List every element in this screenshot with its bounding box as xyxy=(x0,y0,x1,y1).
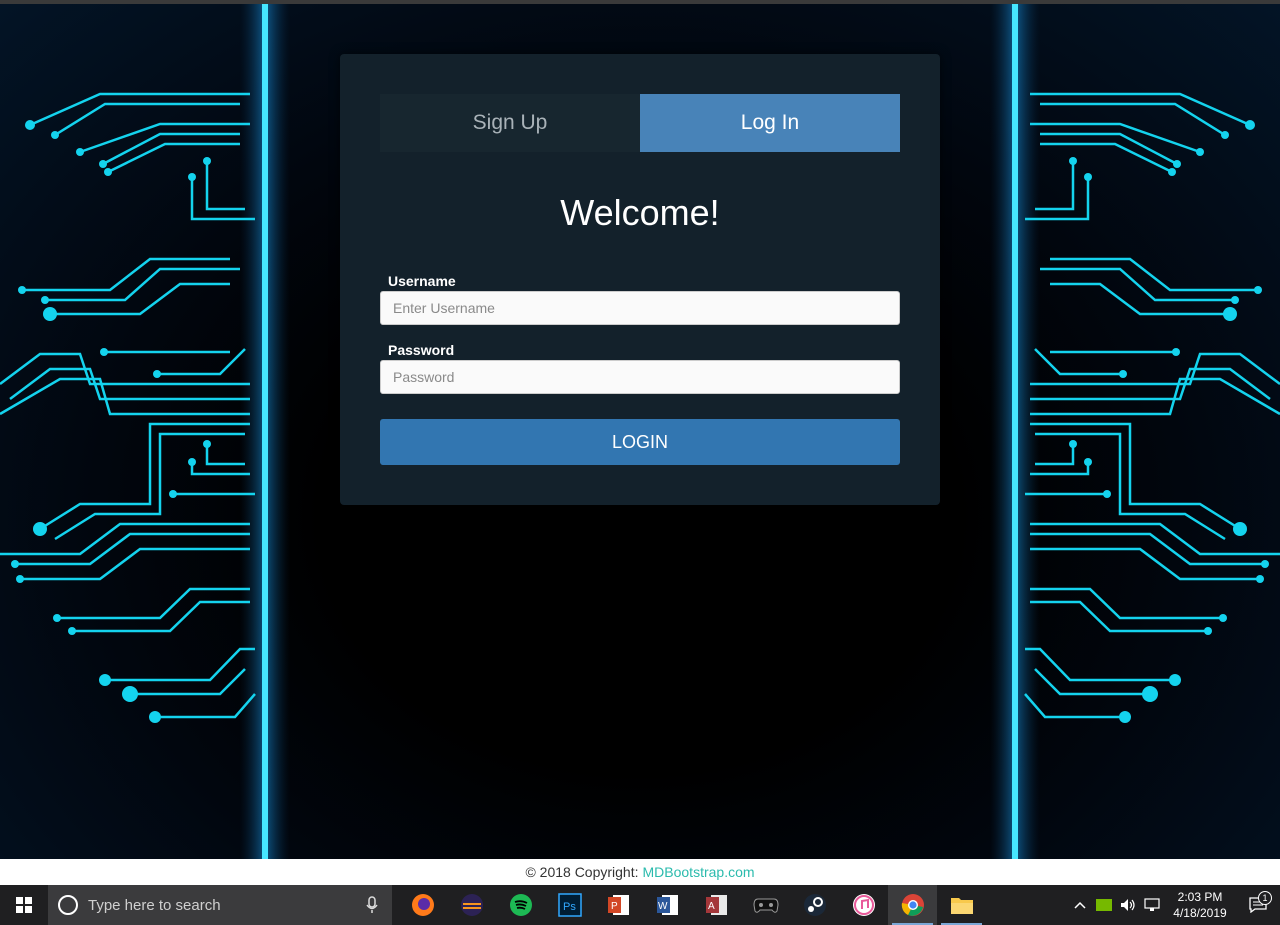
welcome-heading: Welcome! xyxy=(560,192,720,233)
clock-date: 4/18/2019 xyxy=(1173,906,1227,920)
chevron-up-icon[interactable] xyxy=(1068,901,1092,909)
firefox-icon[interactable] xyxy=(398,885,447,925)
svg-text:W: W xyxy=(658,901,668,912)
microphone-icon[interactable] xyxy=(366,896,378,914)
action-center-icon[interactable]: 1 xyxy=(1236,891,1280,913)
photoshop-icon[interactable]: Ps xyxy=(545,885,594,925)
access-icon[interactable]: A xyxy=(692,885,741,925)
network-icon[interactable] xyxy=(1140,898,1164,912)
cortana-icon xyxy=(58,895,78,915)
eclipse-icon[interactable] xyxy=(447,885,496,925)
circuit-decoration-right xyxy=(990,4,1280,859)
tab-log-in[interactable]: Log In xyxy=(640,94,900,152)
taskbar-clock[interactable]: 2:03 PM 4/18/2019 xyxy=(1164,889,1236,921)
taskbar-apps: Ps P W A xyxy=(398,885,986,925)
game-controller-icon[interactable] xyxy=(741,885,790,925)
word-icon[interactable]: W xyxy=(643,885,692,925)
start-button[interactable] xyxy=(0,885,48,925)
copyright-text: © 2018 Copyright: xyxy=(525,864,639,880)
taskbar-search-placeholder: Type here to search xyxy=(88,896,221,914)
itunes-icon[interactable] xyxy=(839,885,888,925)
file-explorer-icon[interactable] xyxy=(937,885,986,925)
login-card: Sign Up Log In Welcome! Username Passwor… xyxy=(340,54,940,505)
powerpoint-icon[interactable]: P xyxy=(594,885,643,925)
password-label: Password xyxy=(388,342,455,358)
svg-text:P: P xyxy=(611,901,618,912)
notification-badge: 1 xyxy=(1258,891,1272,905)
auth-tabs: Sign Up Log In xyxy=(380,94,900,152)
svg-text:A: A xyxy=(708,901,715,912)
steam-icon[interactable] xyxy=(790,885,839,925)
mdbootstrap-link[interactable]: MDBootstrap.com xyxy=(643,864,755,880)
login-button[interactable]: LOGIN xyxy=(380,419,900,465)
windows-taskbar: Type here to search Ps P W A 2:03 PM 4/1… xyxy=(0,885,1280,925)
circuit-decoration-left xyxy=(0,4,290,859)
windows-logo-icon xyxy=(16,897,32,913)
nvidia-icon[interactable] xyxy=(1092,899,1116,911)
taskbar-search-box[interactable]: Type here to search xyxy=(48,885,392,925)
page-background: Sign Up Log In Welcome! Username Passwor… xyxy=(0,4,1280,859)
username-input[interactable] xyxy=(380,291,900,325)
page-footer: © 2018 Copyright: MDBootstrap.com xyxy=(0,859,1280,885)
clock-time: 2:03 PM xyxy=(1177,890,1223,904)
username-label: Username xyxy=(388,273,456,289)
spotify-icon[interactable] xyxy=(496,885,545,925)
chrome-icon[interactable] xyxy=(888,885,937,925)
svg-text:Ps: Ps xyxy=(563,901,576,913)
volume-icon[interactable] xyxy=(1116,898,1140,912)
system-tray: 2:03 PM 4/18/2019 1 xyxy=(1068,885,1280,925)
tab-sign-up[interactable]: Sign Up xyxy=(380,94,640,152)
password-input[interactable] xyxy=(380,360,900,394)
